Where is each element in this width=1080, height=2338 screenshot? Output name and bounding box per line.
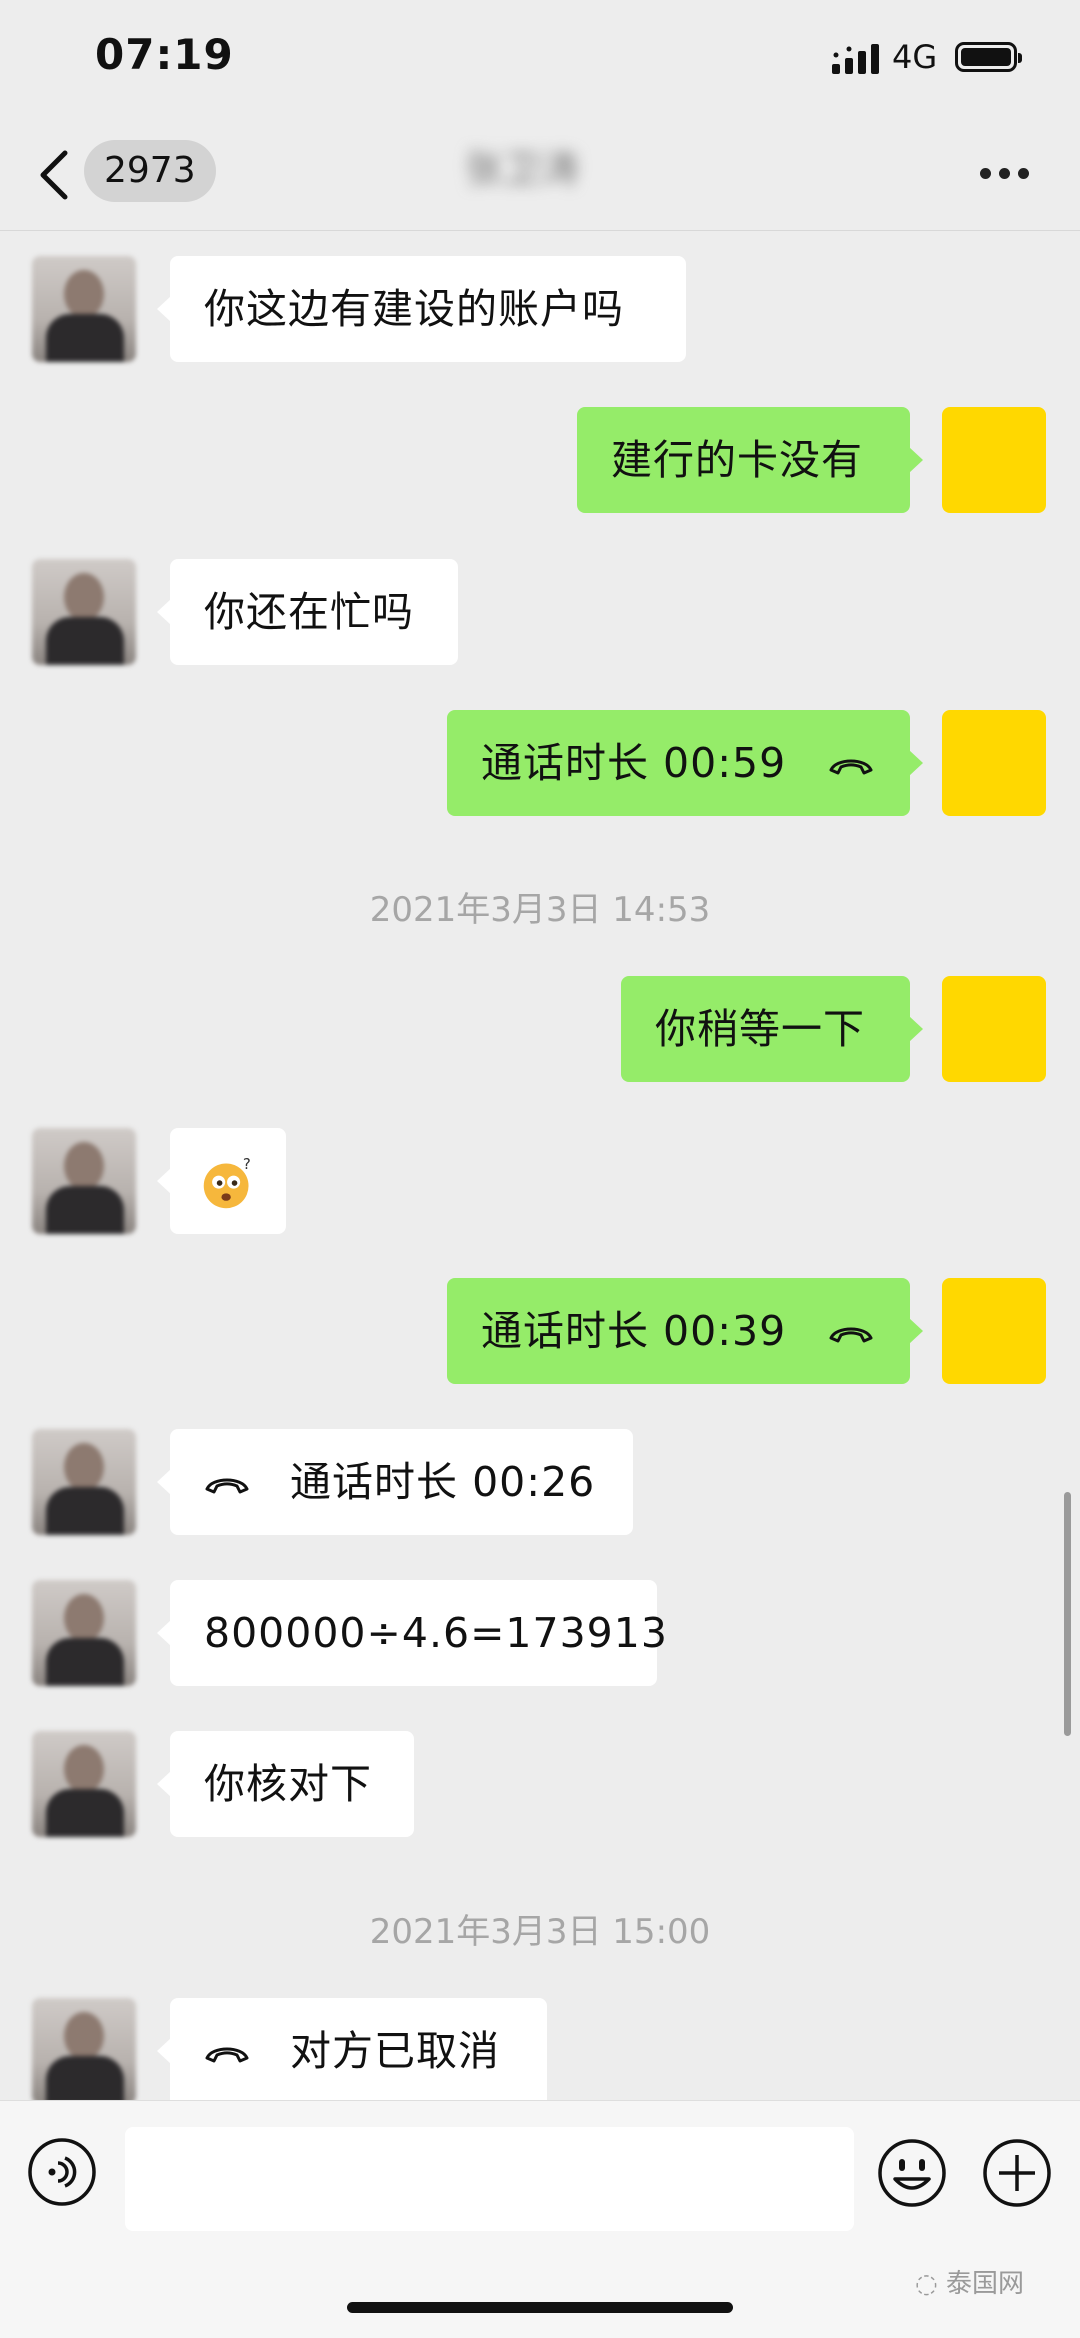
contact-avatar[interactable]: [32, 1731, 136, 1837]
message-bubble[interactable]: 你稍等一下: [621, 976, 923, 1082]
contact-avatar[interactable]: [32, 559, 136, 665]
message-bubble[interactable]: 800000÷4.6=173913: [157, 1580, 667, 1686]
battery-icon: [955, 42, 1022, 72]
call-record-bubble[interactable]: 通话时长 00:59: [447, 710, 923, 816]
message-input[interactable]: [125, 2127, 854, 2231]
message-bubble[interactable]: 你还在忙吗: [157, 559, 458, 665]
wechat-logo-icon: ◌: [915, 2269, 946, 2299]
signal-icon: [832, 44, 879, 74]
more-options-icon[interactable]: [980, 168, 1030, 182]
call-record-bubble[interactable]: 通话时长 00:39: [447, 1278, 923, 1384]
contact-avatar[interactable]: [32, 1128, 136, 1234]
message-bubble[interactable]: 建行的卡没有: [577, 407, 923, 513]
contact-avatar[interactable]: [32, 1998, 136, 2104]
call-duration-text: 通话时长 00:26: [290, 1458, 596, 1506]
call-status-text: 对方已取消: [290, 2027, 501, 2075]
message-bubble[interactable]: 你这边有建设的账户吗: [157, 256, 686, 362]
back-chevron-icon[interactable]: [35, 145, 75, 205]
chat-header: 2973 张卫涛: [0, 120, 1080, 231]
contact-avatar[interactable]: [32, 256, 136, 362]
watermark: ◌ 泰国网: [915, 2263, 1024, 2300]
phone-hangup-icon: [829, 1327, 873, 1343]
emoji-bubble[interactable]: ?: [157, 1128, 286, 1234]
call-duration-text: 通话时长 00:59: [481, 739, 787, 787]
message-timestamp: 2021年3月3日 15:00: [369, 1912, 711, 1952]
contact-avatar[interactable]: [32, 1429, 136, 1535]
my-avatar[interactable]: [942, 407, 1046, 513]
confused-face-emoji: ?: [203, 1156, 252, 1209]
message-bubble[interactable]: 你核对下: [157, 1731, 414, 1837]
status-bar: 07:19 4G: [0, 0, 1080, 120]
call-record-bubble[interactable]: 通话时长 00:26: [157, 1429, 633, 1535]
call-record-bubble[interactable]: 对方已取消: [157, 1998, 547, 2100]
home-indicator[interactable]: [347, 2302, 733, 2313]
phone-hangup-icon: [205, 1478, 249, 1494]
unread-count-badge[interactable]: 2973: [84, 140, 216, 202]
chat-scrollbar[interactable]: [1064, 1492, 1071, 1736]
status-time: 07:19: [95, 30, 234, 79]
add-more-icon[interactable]: [981, 2137, 1053, 2209]
my-avatar[interactable]: [942, 710, 1046, 816]
phone-hangup-icon: [205, 2047, 249, 2063]
call-duration-text: 通话时长 00:39: [481, 1307, 787, 1355]
message-timestamp: 2021年3月3日 14:53: [369, 890, 711, 930]
contact-name: 张卫涛: [465, 147, 580, 191]
contact-avatar[interactable]: [32, 1580, 136, 1686]
network-type: 4G: [892, 38, 938, 76]
emoji-icon[interactable]: [876, 2137, 948, 2209]
my-avatar[interactable]: [942, 976, 1046, 1082]
voice-input-icon[interactable]: [27, 2137, 97, 2207]
watermark-text: 泰国网: [945, 2269, 1024, 2299]
svg-text:?: ?: [243, 1156, 252, 1173]
phone-hangup-icon: [829, 759, 873, 775]
my-avatar[interactable]: [942, 1278, 1046, 1384]
